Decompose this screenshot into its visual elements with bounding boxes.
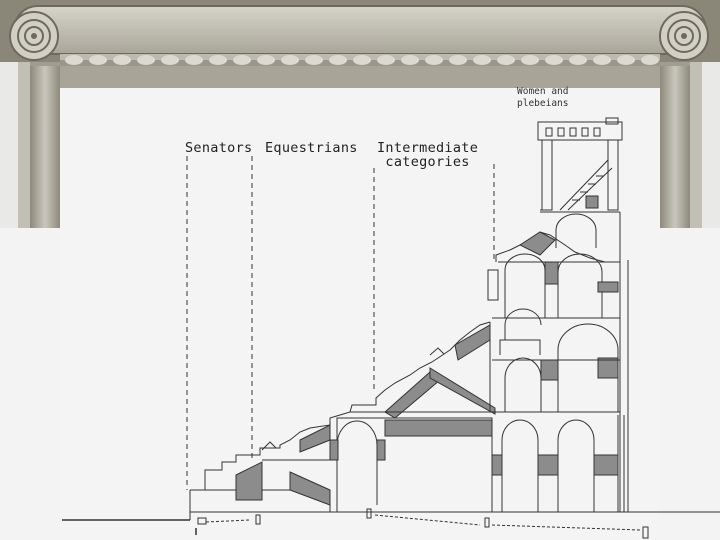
label-intermediate-categories: Intermediate categories [377, 140, 479, 171]
colosseum-cross-section [62, 117, 720, 539]
label-equestrians: Equestrians [265, 140, 358, 156]
label-women-and-plebeians: Women and plebeians [517, 86, 569, 109]
label-senators: Senators [185, 140, 253, 156]
